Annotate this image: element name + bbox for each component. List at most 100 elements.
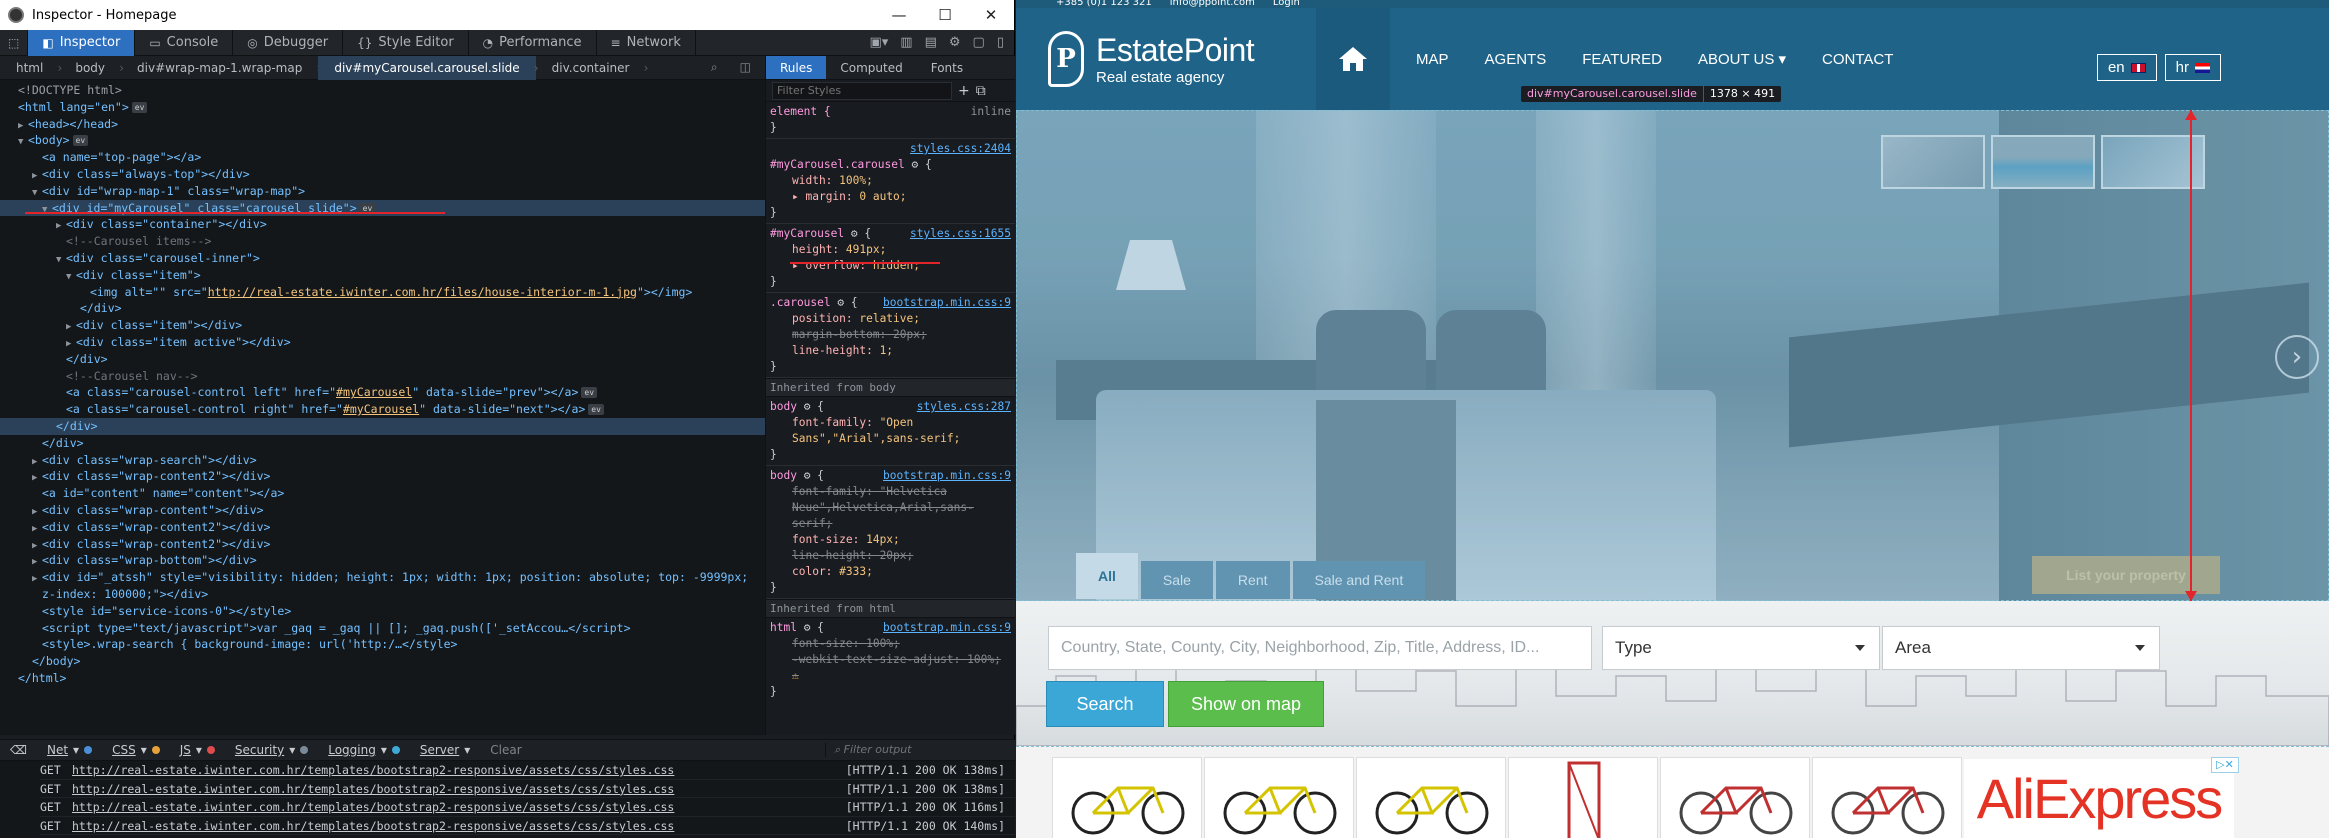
markup-line[interactable]: ▼ <body> ev [0,132,765,149]
console-line[interactable]: GET http://real-estate.iwinter.com.hr/tem… [40,817,1015,836]
markup-line[interactable]: ▶ <div class="wrap-content"></div> [0,502,765,519]
tab-network[interactable]: ≡ Network [597,29,696,56]
breadcrumb-carousel[interactable]: div#myCarousel.carousel.slide [318,55,539,80]
nav-featured[interactable]: FEATURED [1564,51,1680,68]
maximize-button[interactable]: ☐ [922,6,968,24]
ad-banner[interactable]: AliExpress ▷✕ [1016,746,2329,838]
markup-view[interactable]: <!DOCTYPE html> <html lang="en"> ev ▶ <hea… [0,80,765,735]
console-filter-css[interactable]: CSS ▾ [102,743,170,757]
console-line[interactable]: GET http://real-estate.iwinter.com.hr/tem… [40,761,1015,780]
dock-icon[interactable]: ▢ [973,35,985,50]
console-filter-logging[interactable]: Logging ▾ [318,743,410,757]
markup-line[interactable]: ▶ <div class="wrap-content2"></div> [0,468,765,485]
markup-line[interactable]: <html lang="en"> ev [0,99,765,116]
markup-line[interactable]: <style>.wrap-search { background-image: … [0,636,765,653]
undock-icon[interactable]: ▯ [997,35,1004,50]
tab-rules[interactable]: Rules [766,56,827,79]
area-select[interactable]: Area [1882,626,2160,670]
location-search-input[interactable]: Country, State, County, City, Neighborho… [1048,626,1592,670]
aliexpress-logo[interactable]: AliExpress [1964,759,2234,838]
nav-contact[interactable]: CONTACT [1804,51,1911,68]
ad-bicycle-image[interactable] [1812,757,1962,838]
markup-line[interactable]: <a id="content" name="content"></a> [0,485,765,502]
tab-debugger[interactable]: ◎ Debugger [233,29,344,56]
breadcrumb-wrap-map[interactable]: div#wrap-map-1.wrap-map [121,56,322,80]
markup-line[interactable]: <script type="text/javascript">var _gaq … [0,620,765,637]
pick-element-button[interactable]: ⬚ [0,29,29,56]
search-button[interactable]: Search [1046,681,1164,727]
ad-bicycle-image[interactable] [1052,757,1202,838]
tab-rent[interactable]: Rent [1215,561,1290,599]
markup-line[interactable]: ▶ <div class="wrap-content2"></div> [0,536,765,553]
rule-body-bootstrap[interactable]: bootstrap.min.css:9 body ⚙ { font-family… [766,466,1015,599]
markup-line[interactable]: <a class="carousel-control left" href="#… [0,384,765,401]
markup-line[interactable]: ▶ <div id="_atssh" style="visibility: hid… [0,569,765,586]
toggle-sidebar-icon[interactable]: ◫ [740,60,751,75]
tab-fonts[interactable]: Fonts [917,56,977,79]
markup-line[interactable]: <!DOCTYPE html> [0,82,765,99]
markup-line[interactable]: ▶ <div class="item"></div> [0,317,765,334]
rule-mycarousel[interactable]: styles.css:1655 #myCarousel ⚙ { height: … [766,224,1015,293]
tab-style-editor[interactable]: {} Style Editor [343,29,469,56]
search-html-icon[interactable]: ⌕ [711,60,718,75]
frame-select-icon[interactable]: ▣▾ [869,35,888,50]
copy-rules-icon[interactable]: ⧉ [976,83,986,99]
ad-printer-image[interactable] [1508,757,1658,838]
breadcrumb-html[interactable]: html [0,56,63,80]
rule-body-styles[interactable]: styles.css:287 body ⚙ { font-family: "Op… [766,397,1015,466]
tab-computed[interactable]: Computed [826,56,916,79]
console-line[interactable]: GET http://real-estate.iwinter.com.hr/tem… [40,798,1015,817]
minimize-button[interactable]: — [876,6,922,24]
carousel-next-icon[interactable]: › [2275,335,2319,379]
markup-line[interactable]: <img alt="" src="http://real-estate.iwin… [0,284,765,301]
rule-carousel[interactable]: bootstrap.min.css:9 .carousel ⚙ { positi… [766,293,1015,378]
markup-line[interactable]: <!--Carousel nav--> [0,368,765,385]
nav-agents[interactable]: AGENTS [1467,51,1565,68]
tab-all[interactable]: All [1076,553,1138,599]
markup-line[interactable]: <a class="carousel-control right" href="… [0,401,765,418]
markup-line[interactable]: </div> [0,300,765,317]
tab-sale[interactable]: Sale [1140,561,1213,599]
console-filter-server[interactable]: Server ▾ [410,743,480,757]
console-line[interactable]: GET http://real-estate.iwinter.com.hr/tem… [40,780,1015,799]
breadcrumb-container[interactable]: div.container [536,56,649,80]
markup-line[interactable]: ▼ <div class="carousel-inner"> [0,250,765,267]
tab-inspector[interactable]: ◧ Inspector [28,29,136,56]
tab-sale-and-rent[interactable]: Sale and Rent [1292,561,1426,599]
carousel-thumb[interactable] [1991,135,2095,189]
markup-line[interactable]: </html> [0,670,765,687]
markup-line[interactable]: ▶ <div class="item active"></div> [0,334,765,351]
console-clear-button[interactable]: Clear [480,743,531,757]
filter-styles-input[interactable] [772,81,952,100]
site-logo[interactable]: P EstatePoint Real estate agency [1016,31,1316,87]
rule-mycarousel-carousel[interactable]: styles.css:2404 #myCarousel.carousel ⚙ {… [766,139,1015,224]
breadcrumb-body[interactable]: body [59,56,123,80]
markup-line[interactable]: ▶ <head></head> [0,116,765,133]
settings-gear-icon[interactable]: ⚙ [949,35,961,50]
lang-en-button[interactable]: en [2096,54,2157,81]
responsive-icon[interactable]: ▥ [900,35,912,50]
markup-line[interactable]: ▶ <div class="always-top"></div> [0,166,765,183]
ad-bicycle-image[interactable] [1356,757,1506,838]
markup-line[interactable]: z-index: 100000;"></div> [0,586,765,603]
type-select[interactable]: Type [1602,626,1880,670]
login-link[interactable]: Login [1273,0,1300,8]
ad-bicycle-image[interactable] [1204,757,1354,838]
nav-about-us[interactable]: ABOUT US ▾ [1680,50,1804,68]
add-rule-icon[interactable]: + [958,83,970,99]
markup-line[interactable]: ▶ <div class="wrap-bottom"></div> [0,552,765,569]
markup-line[interactable]: </div> [0,435,765,452]
email-link[interactable]: info@ppoint.com [1170,0,1255,8]
ad-bicycle-image[interactable] [1660,757,1810,838]
markup-line[interactable]: <!--Carousel items--> [0,233,765,250]
markup-line[interactable]: <style id="service-icons-0"></style> [0,603,765,620]
nav-map[interactable]: MAP [1390,51,1467,68]
tab-console[interactable]: ▭ Console [135,29,234,56]
show-on-map-button[interactable]: Show on map [1168,681,1324,727]
rule-element[interactable]: inline element { } [766,102,1015,139]
lang-hr-button[interactable]: hr [2164,54,2221,81]
rule-html-bootstrap[interactable]: bootstrap.min.css:9 html ⚙ { font-size: … [766,618,1015,702]
carousel-thumb[interactable] [1881,135,1985,189]
console-filter-input[interactable]: ⌕ Filter output [825,743,1015,757]
ad-close-icon[interactable]: ▷✕ [2211,757,2239,773]
